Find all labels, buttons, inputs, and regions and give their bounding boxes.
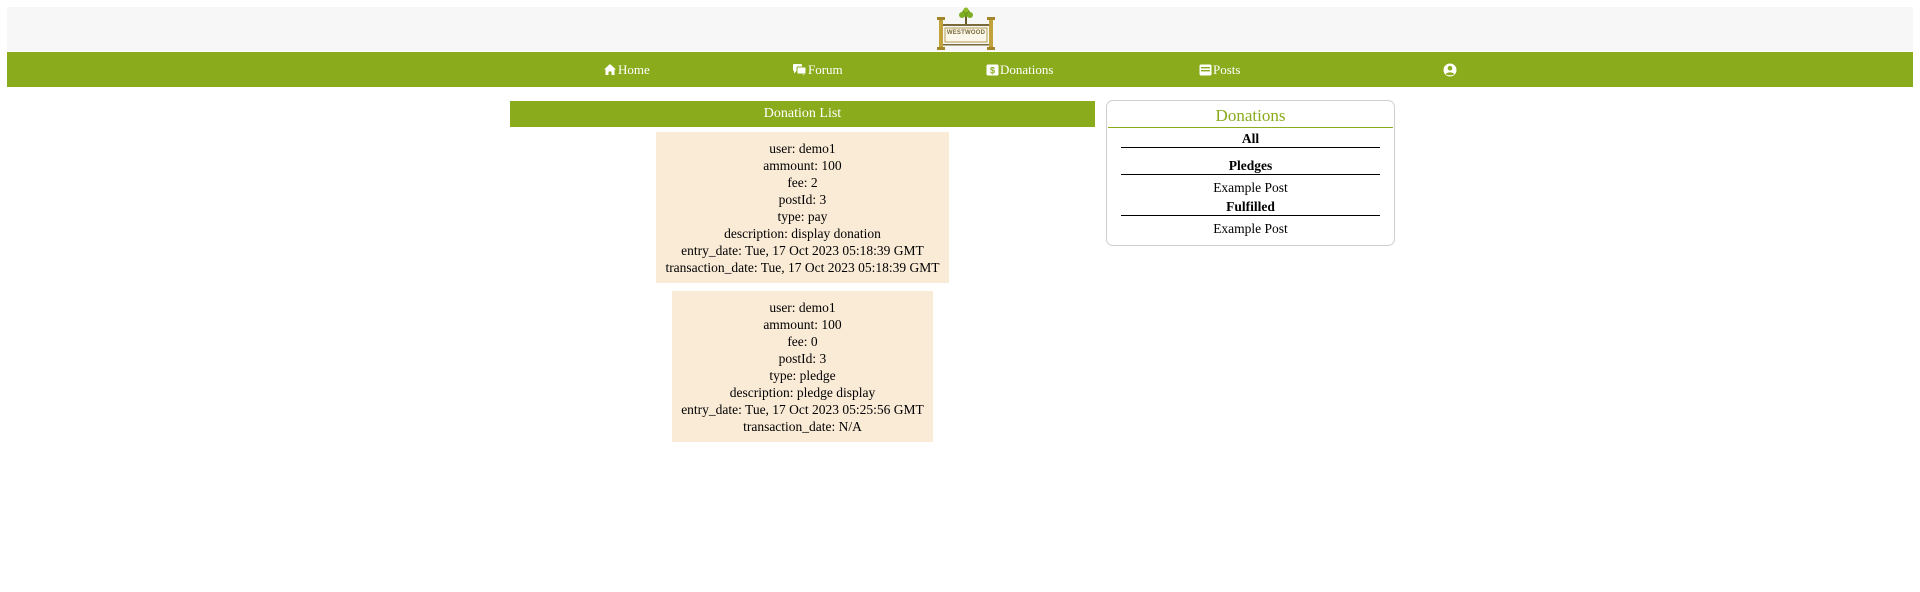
nav-posts[interactable]: Posts [1199, 52, 1240, 87]
donation-amount: ammount: 100 [763, 317, 842, 332]
site-header: WESTWOOD [7, 7, 1913, 51]
donation-entry-date: entry_date: Tue, 17 Oct 2023 05:18:39 GM… [681, 243, 924, 258]
donation-user: user: demo1 [769, 300, 836, 315]
site-logo[interactable]: WESTWOOD [927, 7, 1005, 51]
chat-icon [793, 64, 807, 76]
nav-forum-label: Forum [808, 61, 843, 77]
donation-type: type: pay [777, 209, 828, 224]
filter-pledges[interactable]: Pledges [1121, 158, 1380, 175]
pledge-post-link[interactable]: Example Post [1107, 180, 1394, 196]
donation-list-title: Donation List [510, 101, 1095, 127]
donation-description: description: display donation [724, 226, 881, 241]
main-nav: Home Forum $ Donations Posts [7, 52, 1913, 87]
svg-text:$: $ [990, 65, 995, 75]
donation-user: user: demo1 [769, 141, 836, 156]
donation-type: type: pledge [769, 368, 836, 383]
donation-post-id: postId: 3 [778, 351, 827, 366]
donation-fee: fee: 0 [787, 334, 818, 349]
inbox-icon [1199, 64, 1212, 75]
nav-donations-label: Donations [1000, 61, 1054, 77]
logo-wordmark: WESTWOOD [946, 30, 986, 36]
sidebar-title: Donations [1108, 101, 1393, 128]
donation-transaction-date: transaction_date: Tue, 17 Oct 2023 05:18… [665, 260, 940, 275]
nav-donations[interactable]: $ Donations [986, 52, 1053, 87]
nav-forum[interactable]: Forum [792, 52, 843, 87]
donation-post-id: postId: 3 [778, 192, 827, 207]
donation-amount: ammount: 100 [763, 158, 842, 173]
donation-list-panel: Donation List user: demo1 ammount: 100 f… [510, 101, 1095, 442]
nav-posts-label: Posts [1213, 61, 1241, 77]
donation-card: user: demo1 ammount: 100 fee: 0 postId: … [672, 291, 933, 442]
donation-entry-date: entry_date: Tue, 17 Oct 2023 05:25:56 GM… [681, 402, 924, 417]
donations-sidebar: Donations All Pledges Example Post Fulfi… [1106, 100, 1395, 246]
home-icon [604, 64, 616, 75]
fulfilled-post-link[interactable]: Example Post [1107, 221, 1394, 237]
dollar-icon: $ [986, 64, 999, 75]
filter-all[interactable]: All [1121, 131, 1380, 148]
donation-transaction-date: transaction_date: N/A [743, 419, 862, 434]
tree-logo-icon [937, 7, 995, 50]
nav-account[interactable] [1443, 52, 1458, 87]
user-circle-icon [1443, 63, 1457, 76]
donation-fee: fee: 2 [787, 175, 818, 190]
donation-card: user: demo1 ammount: 100 fee: 2 postId: … [656, 132, 949, 283]
donation-description: description: pledge display [729, 385, 876, 400]
nav-home-label: Home [618, 61, 650, 77]
nav-home[interactable]: Home [603, 52, 650, 87]
page: WESTWOOD Home Forum $ Donations Posts Do… [0, 0, 1920, 592]
filter-fulfilled[interactable]: Fulfilled [1121, 199, 1380, 216]
